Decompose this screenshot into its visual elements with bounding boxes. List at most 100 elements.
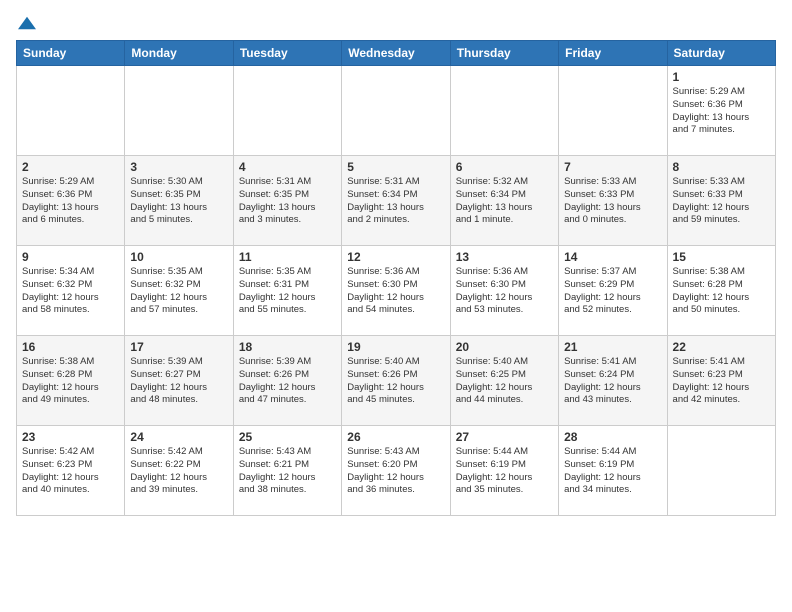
day-info: Sunrise: 5:29 AM Sunset: 6:36 PM Dayligh… <box>673 86 770 137</box>
calendar-day-cell: 3 Sunrise: 5:30 AM Sunset: 6:35 PM Daylig… <box>125 156 233 246</box>
day-info: Sunrise: 5:31 AM Sunset: 6:34 PM Dayligh… <box>347 176 444 227</box>
calendar-day-cell <box>342 66 450 156</box>
calendar-day-cell: 23 Sunrise: 5:42 AM Sunset: 6:23 PM Dayli… <box>17 426 125 516</box>
day-number: 2 <box>22 160 119 174</box>
day-number: 12 <box>347 250 444 264</box>
calendar-day-header: Friday <box>559 41 667 66</box>
day-number: 18 <box>239 340 336 354</box>
calendar-day-cell: 6 Sunrise: 5:32 AM Sunset: 6:34 PM Daylig… <box>450 156 558 246</box>
day-number: 14 <box>564 250 661 264</box>
day-number: 22 <box>673 340 770 354</box>
calendar-day-cell <box>667 426 775 516</box>
day-info: Sunrise: 5:30 AM Sunset: 6:35 PM Dayligh… <box>130 176 227 227</box>
day-info: Sunrise: 5:43 AM Sunset: 6:21 PM Dayligh… <box>239 446 336 497</box>
logo-icon <box>18 16 36 30</box>
calendar-day-cell: 11 Sunrise: 5:35 AM Sunset: 6:31 PM Dayli… <box>233 246 341 336</box>
calendar-week-row: 23 Sunrise: 5:42 AM Sunset: 6:23 PM Dayli… <box>17 426 776 516</box>
day-info: Sunrise: 5:37 AM Sunset: 6:29 PM Dayligh… <box>564 266 661 317</box>
calendar-day-cell: 22 Sunrise: 5:41 AM Sunset: 6:23 PM Dayli… <box>667 336 775 426</box>
calendar-day-cell: 27 Sunrise: 5:44 AM Sunset: 6:19 PM Dayli… <box>450 426 558 516</box>
calendar-day-cell <box>125 66 233 156</box>
page-header <box>16 16 776 30</box>
calendar-week-row: 9 Sunrise: 5:34 AM Sunset: 6:32 PM Daylig… <box>17 246 776 336</box>
calendar-day-cell: 16 Sunrise: 5:38 AM Sunset: 6:28 PM Dayli… <box>17 336 125 426</box>
calendar-day-cell: 8Sunrise: 5:33 AM Sunset: 6:33 PM Daylig… <box>667 156 775 246</box>
calendar-day-header: Tuesday <box>233 41 341 66</box>
calendar-day-cell: 1 Sunrise: 5:29 AM Sunset: 6:36 PM Daylig… <box>667 66 775 156</box>
calendar-day-cell: 20 Sunrise: 5:40 AM Sunset: 6:25 PM Dayli… <box>450 336 558 426</box>
day-info: Sunrise: 5:40 AM Sunset: 6:25 PM Dayligh… <box>456 356 553 407</box>
calendar-day-cell: 9 Sunrise: 5:34 AM Sunset: 6:32 PM Daylig… <box>17 246 125 336</box>
day-info: Sunrise: 5:36 AM Sunset: 6:30 PM Dayligh… <box>456 266 553 317</box>
day-number: 4 <box>239 160 336 174</box>
calendar-day-cell: 25 Sunrise: 5:43 AM Sunset: 6:21 PM Dayli… <box>233 426 341 516</box>
day-info: Sunrise: 5:35 AM Sunset: 6:31 PM Dayligh… <box>239 266 336 317</box>
day-info: Sunrise: 5:42 AM Sunset: 6:23 PM Dayligh… <box>22 446 119 497</box>
calendar-day-cell: 5 Sunrise: 5:31 AM Sunset: 6:34 PM Daylig… <box>342 156 450 246</box>
day-number: 24 <box>130 430 227 444</box>
calendar-week-row: 2 Sunrise: 5:29 AM Sunset: 6:36 PM Daylig… <box>17 156 776 246</box>
calendar-day-header: Sunday <box>17 41 125 66</box>
day-number: 3 <box>130 160 227 174</box>
day-number: 27 <box>456 430 553 444</box>
day-info: Sunrise: 5:42 AM Sunset: 6:22 PM Dayligh… <box>130 446 227 497</box>
day-number: 6 <box>456 160 553 174</box>
day-info: Sunrise: 5:39 AM Sunset: 6:27 PM Dayligh… <box>130 356 227 407</box>
calendar-day-cell: 28 Sunrise: 5:44 AM Sunset: 6:19 PM Dayli… <box>559 426 667 516</box>
day-number: 25 <box>239 430 336 444</box>
day-info: Sunrise: 5:31 AM Sunset: 6:35 PM Dayligh… <box>239 176 336 227</box>
day-number: 11 <box>239 250 336 264</box>
day-number: 7 <box>564 160 661 174</box>
calendar-day-cell: 21 Sunrise: 5:41 AM Sunset: 6:24 PM Dayli… <box>559 336 667 426</box>
calendar-header-row: SundayMondayTuesdayWednesdayThursdayFrid… <box>17 41 776 66</box>
calendar-day-cell: 7Sunrise: 5:33 AM Sunset: 6:33 PM Daylig… <box>559 156 667 246</box>
day-number: 1 <box>673 70 770 84</box>
day-number: 9 <box>22 250 119 264</box>
day-info: Sunrise: 5:34 AM Sunset: 6:32 PM Dayligh… <box>22 266 119 317</box>
calendar-day-cell: 10 Sunrise: 5:35 AM Sunset: 6:32 PM Dayli… <box>125 246 233 336</box>
day-info: Sunrise: 5:41 AM Sunset: 6:24 PM Dayligh… <box>564 356 661 407</box>
calendar-day-header: Saturday <box>667 41 775 66</box>
day-info: Sunrise: 5:38 AM Sunset: 6:28 PM Dayligh… <box>22 356 119 407</box>
day-info: Sunrise: 5:29 AM Sunset: 6:36 PM Dayligh… <box>22 176 119 227</box>
day-number: 21 <box>564 340 661 354</box>
calendar-day-header: Wednesday <box>342 41 450 66</box>
calendar-day-cell: 17 Sunrise: 5:39 AM Sunset: 6:27 PM Dayli… <box>125 336 233 426</box>
calendar-day-cell: 2 Sunrise: 5:29 AM Sunset: 6:36 PM Daylig… <box>17 156 125 246</box>
day-info: Sunrise: 5:33 AM Sunset: 6:33 PM Dayligh… <box>673 176 770 227</box>
day-number: 13 <box>456 250 553 264</box>
day-number: 10 <box>130 250 227 264</box>
calendar-table: SundayMondayTuesdayWednesdayThursdayFrid… <box>16 40 776 516</box>
day-info: Sunrise: 5:41 AM Sunset: 6:23 PM Dayligh… <box>673 356 770 407</box>
calendar-week-row: 1 Sunrise: 5:29 AM Sunset: 6:36 PM Daylig… <box>17 66 776 156</box>
calendar-day-cell <box>233 66 341 156</box>
logo <box>16 16 36 30</box>
calendar-day-header: Monday <box>125 41 233 66</box>
day-number: 28 <box>564 430 661 444</box>
day-number: 26 <box>347 430 444 444</box>
calendar-week-row: 16 Sunrise: 5:38 AM Sunset: 6:28 PM Dayli… <box>17 336 776 426</box>
day-info: Sunrise: 5:35 AM Sunset: 6:32 PM Dayligh… <box>130 266 227 317</box>
calendar-day-cell: 14 Sunrise: 5:37 AM Sunset: 6:29 PM Dayli… <box>559 246 667 336</box>
calendar-day-cell <box>559 66 667 156</box>
calendar-day-header: Thursday <box>450 41 558 66</box>
day-number: 16 <box>22 340 119 354</box>
day-number: 15 <box>673 250 770 264</box>
day-number: 23 <box>22 430 119 444</box>
day-info: Sunrise: 5:38 AM Sunset: 6:28 PM Dayligh… <box>673 266 770 317</box>
calendar-day-cell: 4 Sunrise: 5:31 AM Sunset: 6:35 PM Daylig… <box>233 156 341 246</box>
calendar-day-cell <box>450 66 558 156</box>
day-info: Sunrise: 5:44 AM Sunset: 6:19 PM Dayligh… <box>564 446 661 497</box>
day-number: 17 <box>130 340 227 354</box>
calendar-day-cell: 12Sunrise: 5:36 AM Sunset: 6:30 PM Dayli… <box>342 246 450 336</box>
day-info: Sunrise: 5:32 AM Sunset: 6:34 PM Dayligh… <box>456 176 553 227</box>
day-number: 20 <box>456 340 553 354</box>
day-number: 5 <box>347 160 444 174</box>
day-number: 19 <box>347 340 444 354</box>
calendar-day-cell: 15 Sunrise: 5:38 AM Sunset: 6:28 PM Dayli… <box>667 246 775 336</box>
day-info: Sunrise: 5:44 AM Sunset: 6:19 PM Dayligh… <box>456 446 553 497</box>
calendar-day-cell <box>17 66 125 156</box>
day-info: Sunrise: 5:40 AM Sunset: 6:26 PM Dayligh… <box>347 356 444 407</box>
calendar-day-cell: 19 Sunrise: 5:40 AM Sunset: 6:26 PM Dayli… <box>342 336 450 426</box>
day-info: Sunrise: 5:39 AM Sunset: 6:26 PM Dayligh… <box>239 356 336 407</box>
